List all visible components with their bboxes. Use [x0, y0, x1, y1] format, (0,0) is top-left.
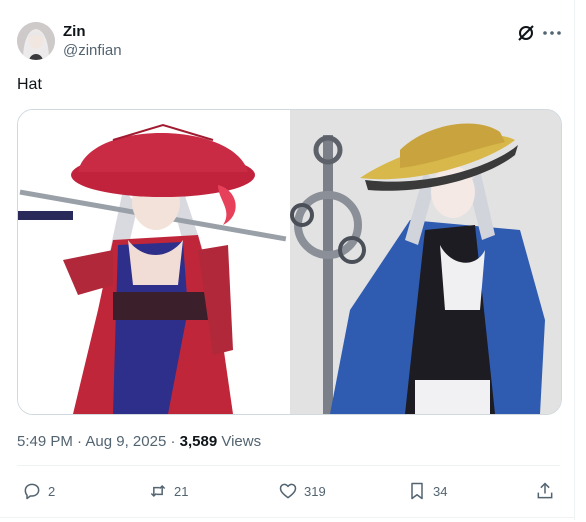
- divider: [0, 517, 574, 518]
- divider: [17, 465, 560, 466]
- reply-icon: [24, 483, 40, 500]
- display-name[interactable]: Zin: [63, 23, 86, 40]
- user-handle[interactable]: @zinfian: [63, 42, 122, 59]
- tweet-image-2[interactable]: [290, 110, 561, 414]
- views-count: 3,589: [179, 433, 218, 450]
- meta-separator: ·: [77, 433, 83, 450]
- tweet-time: 5:49 PM: [17, 433, 73, 450]
- tweet-date: Aug 9, 2025: [85, 433, 167, 450]
- media-grid: [17, 109, 562, 415]
- tweet-timestamp-link[interactable]: 5:49 PM · Aug 9, 2025: [17, 433, 166, 450]
- views-label: Views: [221, 433, 262, 450]
- grok-icon[interactable]: [515, 22, 537, 44]
- reply-button[interactable]: 2: [22, 480, 55, 502]
- bookmark-button[interactable]: 34: [407, 480, 447, 502]
- more-icon[interactable]: [541, 22, 563, 44]
- tweet-image-1[interactable]: [18, 110, 288, 414]
- bookmark-icon: [411, 482, 423, 500]
- like-button[interactable]: 319: [278, 480, 326, 502]
- repost-button[interactable]: 21: [148, 480, 188, 502]
- tweet-card: Zin @zinfian Hat 5:49 PM · Aug 9, 2025 ·…: [0, 0, 575, 520]
- tweet-meta: 5:49 PM · Aug 9, 2025 · 3,589 Views: [17, 433, 261, 450]
- avatar[interactable]: [17, 22, 55, 60]
- repost-icon: [150, 484, 166, 498]
- repost-count: 21: [174, 483, 189, 499]
- bookmark-count: 34: [433, 483, 448, 499]
- like-count: 319: [304, 483, 326, 499]
- meta-separator: ·: [170, 433, 176, 450]
- share-button[interactable]: [535, 480, 555, 502]
- heart-icon: [279, 483, 297, 499]
- tweet-text: Hat: [17, 76, 42, 93]
- reply-count: 2: [48, 483, 56, 499]
- share-icon: [537, 482, 553, 499]
